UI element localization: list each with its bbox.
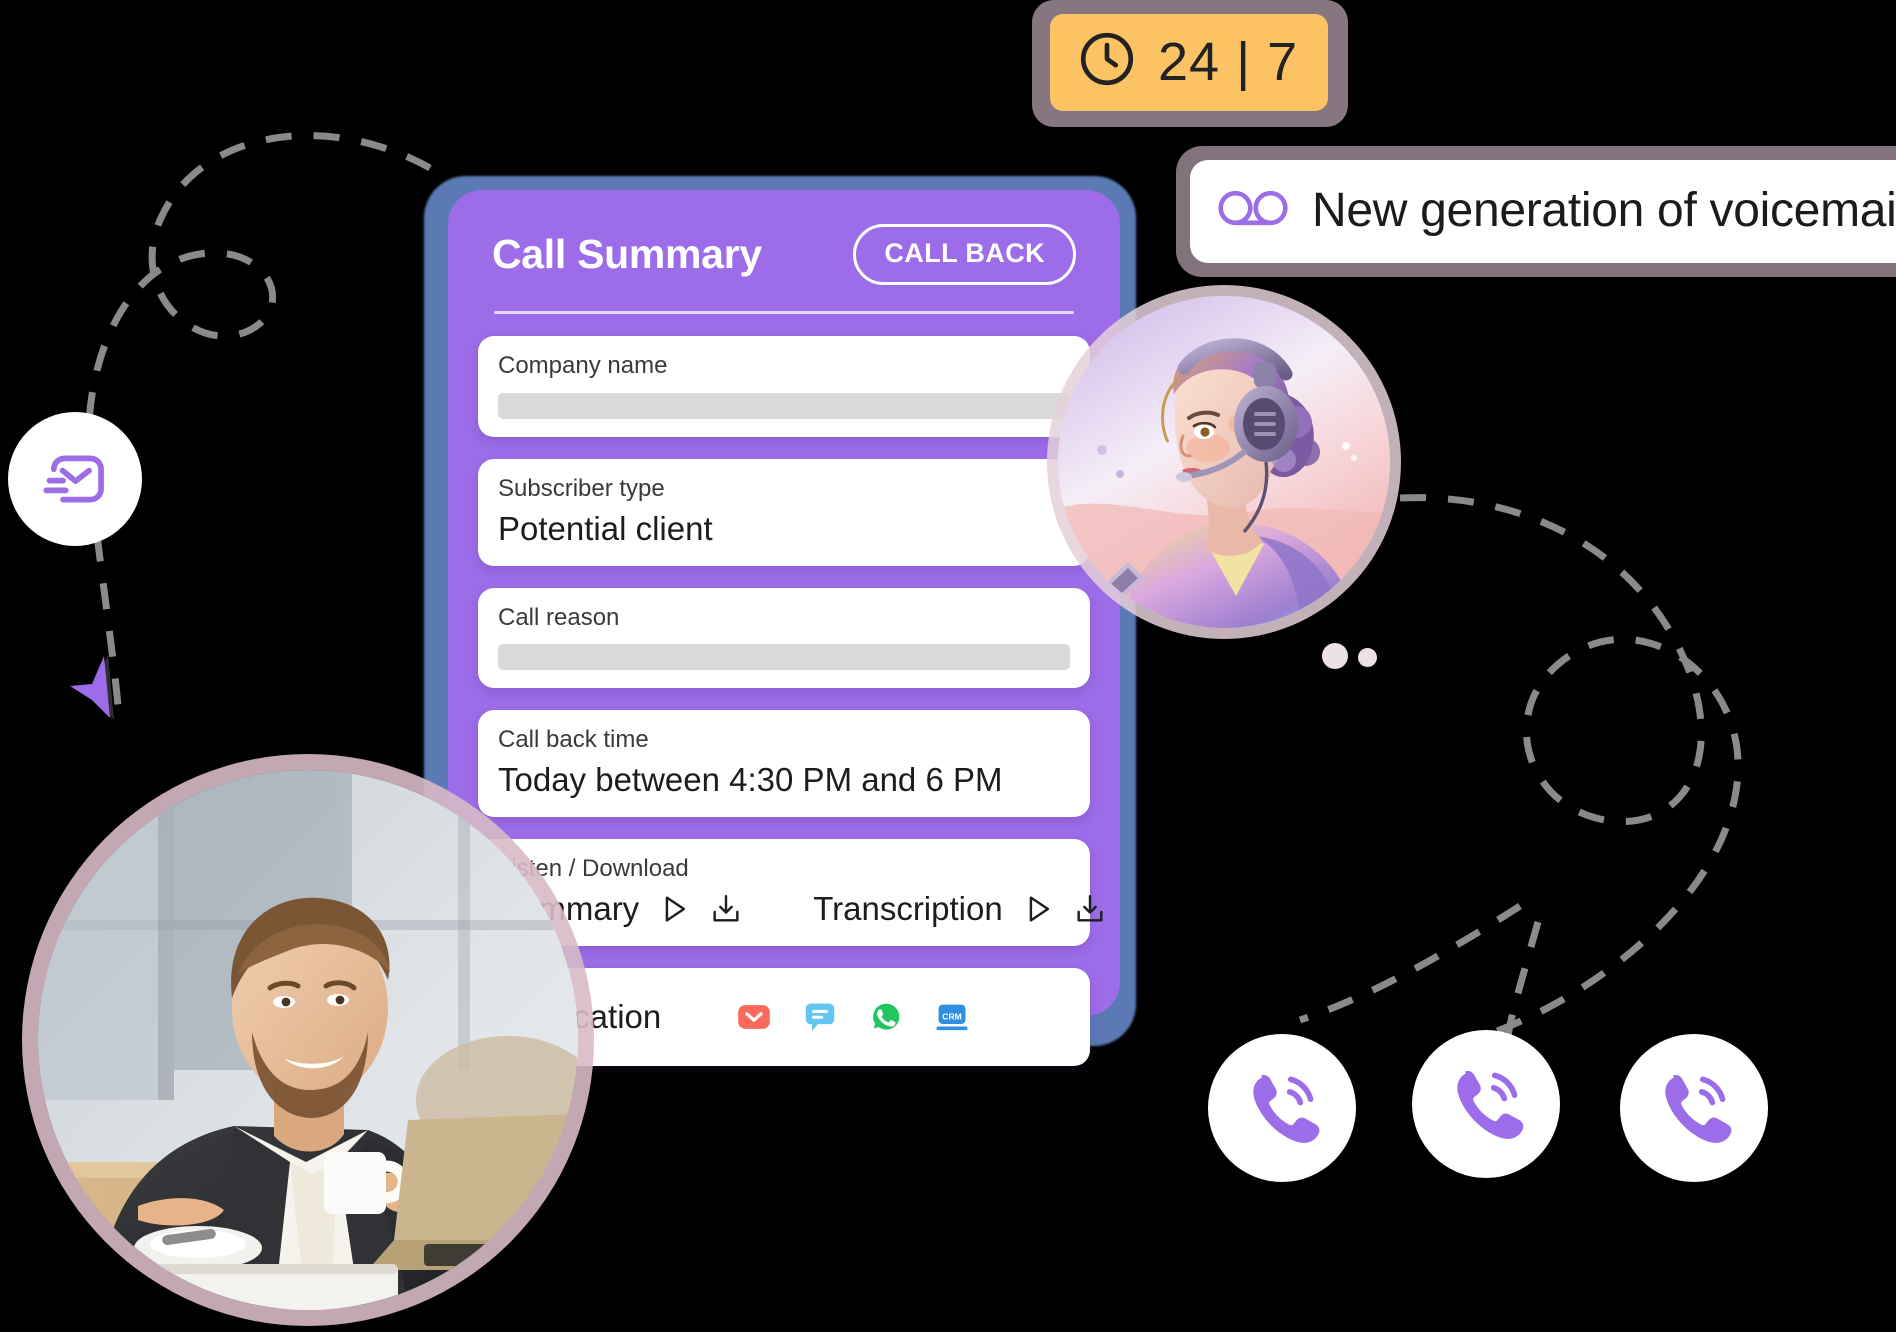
crm-icon[interactable]: CRM xyxy=(933,998,971,1036)
customer-avatar xyxy=(38,770,578,1310)
call-back-time-value: Today between 4:30 PM and 6 PM xyxy=(498,761,1003,799)
media-label: Transcription xyxy=(813,889,1003,927)
field-label: Company name xyxy=(498,352,668,379)
call-summary-card: Call Summary CALL BACK Company name Subs… xyxy=(448,190,1120,1066)
field-company-name[interactable]: Company name xyxy=(478,336,1090,437)
voicemail-icon xyxy=(1216,182,1290,239)
phone-call-icon-button-1[interactable] xyxy=(1208,1034,1356,1182)
call-back-button[interactable]: CALL BACK xyxy=(853,224,1076,285)
field-label: Call back time xyxy=(498,726,649,754)
purple-arrow-cursor xyxy=(68,648,132,738)
availability-badge-text: 24 | 7 xyxy=(1158,31,1299,92)
play-icon[interactable] xyxy=(1021,892,1055,926)
thought-bubble-dot-large xyxy=(1322,643,1348,669)
field-call-back-time[interactable]: Call back time Today between 4:30 PM and… xyxy=(478,710,1090,818)
dashed-path-right xyxy=(1399,494,1742,1044)
field-label: Subscriber type xyxy=(498,474,665,502)
voicemail-banner-halo: New generation of voicemail xyxy=(1176,146,1896,277)
download-icon[interactable] xyxy=(709,892,743,926)
email-icon[interactable] xyxy=(735,998,773,1036)
voicemail-banner-text: New generation of voicemail xyxy=(1312,184,1896,237)
field-label: Call reason xyxy=(498,603,620,631)
availability-badge-halo: 24 | 7 xyxy=(1032,0,1349,127)
header-divider xyxy=(494,311,1074,314)
subscriber-type-value: Potential client xyxy=(498,509,713,547)
voicemail-banner: New generation of voicemail xyxy=(1190,160,1896,263)
dashed-path-branch-left xyxy=(1298,903,1522,1024)
card-header: Call Summary CALL BACK xyxy=(478,218,1090,285)
field-label: Listen / Download xyxy=(498,855,689,883)
illustration-stage: Call Summary CALL BACK Company name Subs… xyxy=(0,0,1896,1332)
phone-call-icon-button-2[interactable] xyxy=(1412,1030,1560,1178)
media-item-transcription: Transcription xyxy=(813,890,1107,928)
field-subscriber-type[interactable]: Subscriber type Potential client xyxy=(478,458,1090,566)
dashed-path-branch-mid xyxy=(1504,921,1542,1037)
field-listen-download: Listen / Download Summary Transcription xyxy=(478,839,1103,946)
play-icon[interactable] xyxy=(657,892,691,926)
notification-channels: CRM xyxy=(735,998,971,1036)
fast-email-icon-button[interactable] xyxy=(8,412,142,546)
whatsapp-icon[interactable] xyxy=(867,998,905,1036)
call-reason-input[interactable] xyxy=(498,644,1070,671)
sms-icon[interactable] xyxy=(801,998,839,1036)
download-icon[interactable] xyxy=(1073,892,1107,926)
dashed-path-left xyxy=(85,132,432,707)
availability-badge: 24 | 7 xyxy=(1050,14,1329,111)
page-title: Call Summary xyxy=(492,231,762,277)
media-controls-row: Summary Transcription xyxy=(498,890,1103,928)
thought-bubble-dot-small xyxy=(1358,648,1377,667)
call-agent-avatar xyxy=(1058,296,1390,628)
clock-icon xyxy=(1076,28,1138,95)
svg-text:CRM: CRM xyxy=(943,1011,962,1021)
phone-call-icon-button-3[interactable] xyxy=(1620,1034,1768,1182)
field-call-reason[interactable]: Call reason xyxy=(478,587,1090,689)
company-name-input[interactable] xyxy=(498,392,1070,419)
